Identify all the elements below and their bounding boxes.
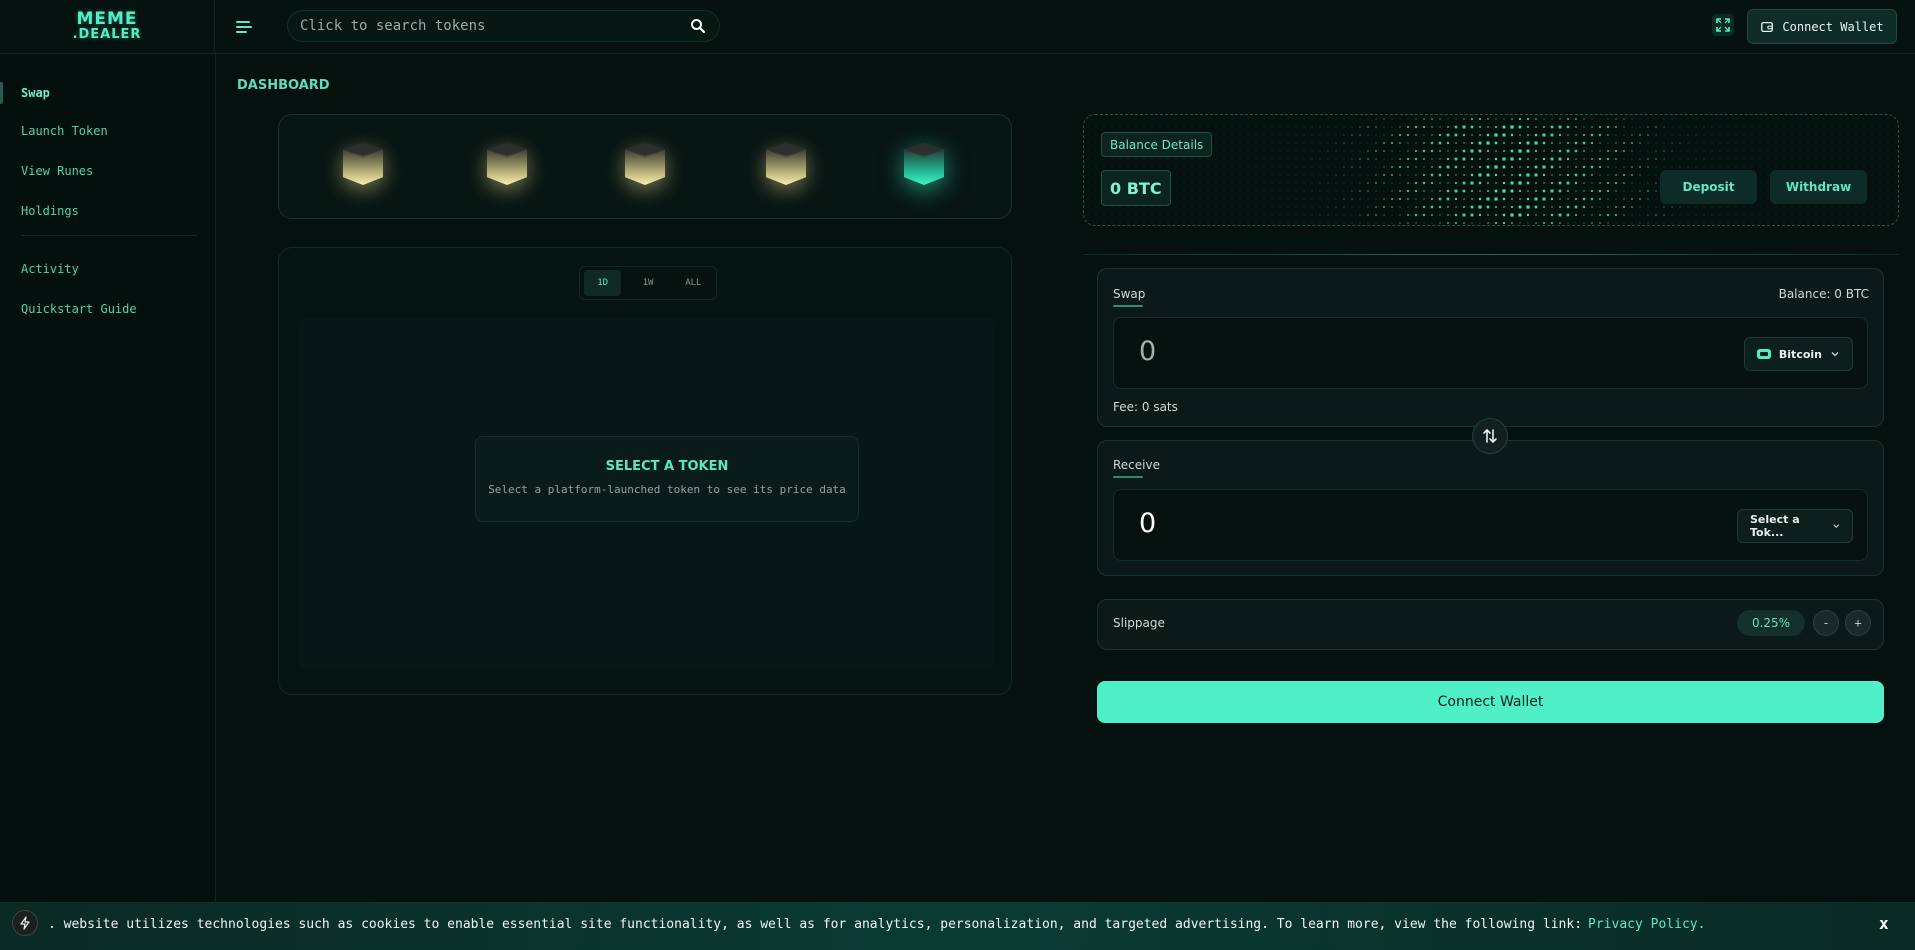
fullscreen-icon[interactable] <box>1712 14 1734 36</box>
swap-underline <box>1113 305 1143 307</box>
chart-area: SELECT A TOKEN Select a platform-launche… <box>299 318 993 668</box>
chevron-down-icon <box>1832 524 1839 529</box>
slippage-value[interactable]: 0.25% <box>1737 610 1805 636</box>
cookie-text: . website utilizes technologies such as … <box>48 917 1705 932</box>
swap-arrows-icon <box>1483 428 1497 444</box>
token-select-label: Bitcoin <box>1778 347 1822 361</box>
privacy-policy-link[interactable]: Privacy Policy. <box>1588 917 1705 932</box>
swap-balance: Balance: 0 BTC <box>1778 287 1869 301</box>
cube-icon <box>766 143 806 185</box>
swap-direction-button[interactable] <box>1472 418 1508 454</box>
top-bar: MEME .DEALER Connect Wallet <box>0 0 1915 54</box>
logo[interactable]: MEME .DEALER <box>66 9 148 43</box>
receive-amount-box: 0 Select a Tok... <box>1113 489 1868 561</box>
receive-label: Receive <box>1113 458 1160 472</box>
sidebar-item-launch-token[interactable]: Launch Token <box>21 124 108 138</box>
slippage-increase-button[interactable]: + <box>1845 610 1871 636</box>
slippage-label: Slippage <box>1113 616 1165 630</box>
tab-1w[interactable]: 1W <box>629 270 666 296</box>
chevron-down-icon <box>1831 352 1839 357</box>
connect-wallet-label: Connect Wallet <box>1782 19 1884 34</box>
bolt-icon[interactable] <box>12 910 38 936</box>
select-token-card: SELECT A TOKEN Select a platform-launche… <box>475 436 859 522</box>
fee-text: Fee: 0 sats <box>1113 400 1178 414</box>
balance-details-label: Balance Details <box>1101 132 1213 157</box>
price-chart-panel: 1D 1W ALL SELECT A TOKEN Select a platfo… <box>278 247 1012 695</box>
swap-amount-box: 0 Bitcoin <box>1113 317 1868 389</box>
token-select-label: Select a Tok... <box>1750 513 1800 539</box>
active-indicator <box>0 82 3 104</box>
sidebar: Swap Launch Token View Runes Holdings Ac… <box>0 54 216 950</box>
wallet-icon <box>1761 21 1774 32</box>
range-tabs: 1D 1W ALL <box>579 266 717 300</box>
search-icon[interactable] <box>689 17 707 35</box>
receive-underline <box>1113 476 1143 478</box>
select-token-subtitle: Select a platform-launched token to see … <box>488 483 846 496</box>
select-token-title: SELECT A TOKEN <box>605 459 729 474</box>
sidebar-item-swap[interactable]: Swap <box>21 86 50 100</box>
sidebar-item-view-runes[interactable]: View Runes <box>21 164 93 178</box>
cube-icon-active <box>904 143 944 185</box>
cube-icon <box>625 143 665 185</box>
cubes-panel <box>278 114 1012 219</box>
receive-card: Receive 0 Select a Tok... <box>1097 440 1884 576</box>
deposit-button[interactable]: Deposit <box>1660 170 1757 204</box>
section-divider <box>1083 254 1899 255</box>
swap-label: Swap <box>1113 287 1146 301</box>
sidebar-item-holdings[interactable]: Holdings <box>21 204 79 218</box>
logo-container: MEME .DEALER <box>0 0 215 54</box>
logo-line-1: MEME <box>76 9 138 29</box>
slippage-card: Slippage 0.25% - + <box>1097 599 1884 650</box>
connect-wallet-button[interactable]: Connect Wallet <box>1747 9 1897 44</box>
cube-icon <box>343 143 383 185</box>
tab-1d[interactable]: 1D <box>584 270 622 296</box>
cube-icon <box>487 143 527 185</box>
close-icon[interactable]: x <box>1879 914 1889 933</box>
balance-value: 0 BTC <box>1101 170 1171 206</box>
connect-wallet-main-button[interactable]: Connect Wallet <box>1097 681 1884 723</box>
sidebar-item-quickstart-guide[interactable]: Quickstart Guide <box>21 302 137 316</box>
search-input[interactable] <box>300 18 689 34</box>
swap-amount-input[interactable]: 0 <box>1139 336 1156 367</box>
search-bar <box>287 10 720 42</box>
receive-amount: 0 <box>1139 508 1157 539</box>
balance-panel: Balance Details 0 BTC Deposit Withdraw <box>1083 114 1899 226</box>
bitcoin-icon <box>1756 349 1771 359</box>
tab-all[interactable]: ALL <box>675 270 712 296</box>
sidebar-item-activity[interactable]: Activity <box>21 262 79 276</box>
token-select-bitcoin[interactable]: Bitcoin <box>1743 337 1853 371</box>
menu-icon[interactable] <box>236 16 258 38</box>
page-title: DASHBOARD <box>237 78 330 93</box>
token-select-receive[interactable]: Select a Tok... <box>1737 509 1853 543</box>
logo-line-2: .DEALER <box>72 27 142 42</box>
swap-card: Swap Balance: 0 BTC 0 Bitcoin Fee: 0 sat… <box>1097 268 1884 427</box>
slippage-decrease-button[interactable]: - <box>1813 610 1839 636</box>
cookie-message: . website utilizes technologies such as … <box>48 917 1583 932</box>
withdraw-button[interactable]: Withdraw <box>1770 170 1867 204</box>
sidebar-divider <box>21 235 197 236</box>
